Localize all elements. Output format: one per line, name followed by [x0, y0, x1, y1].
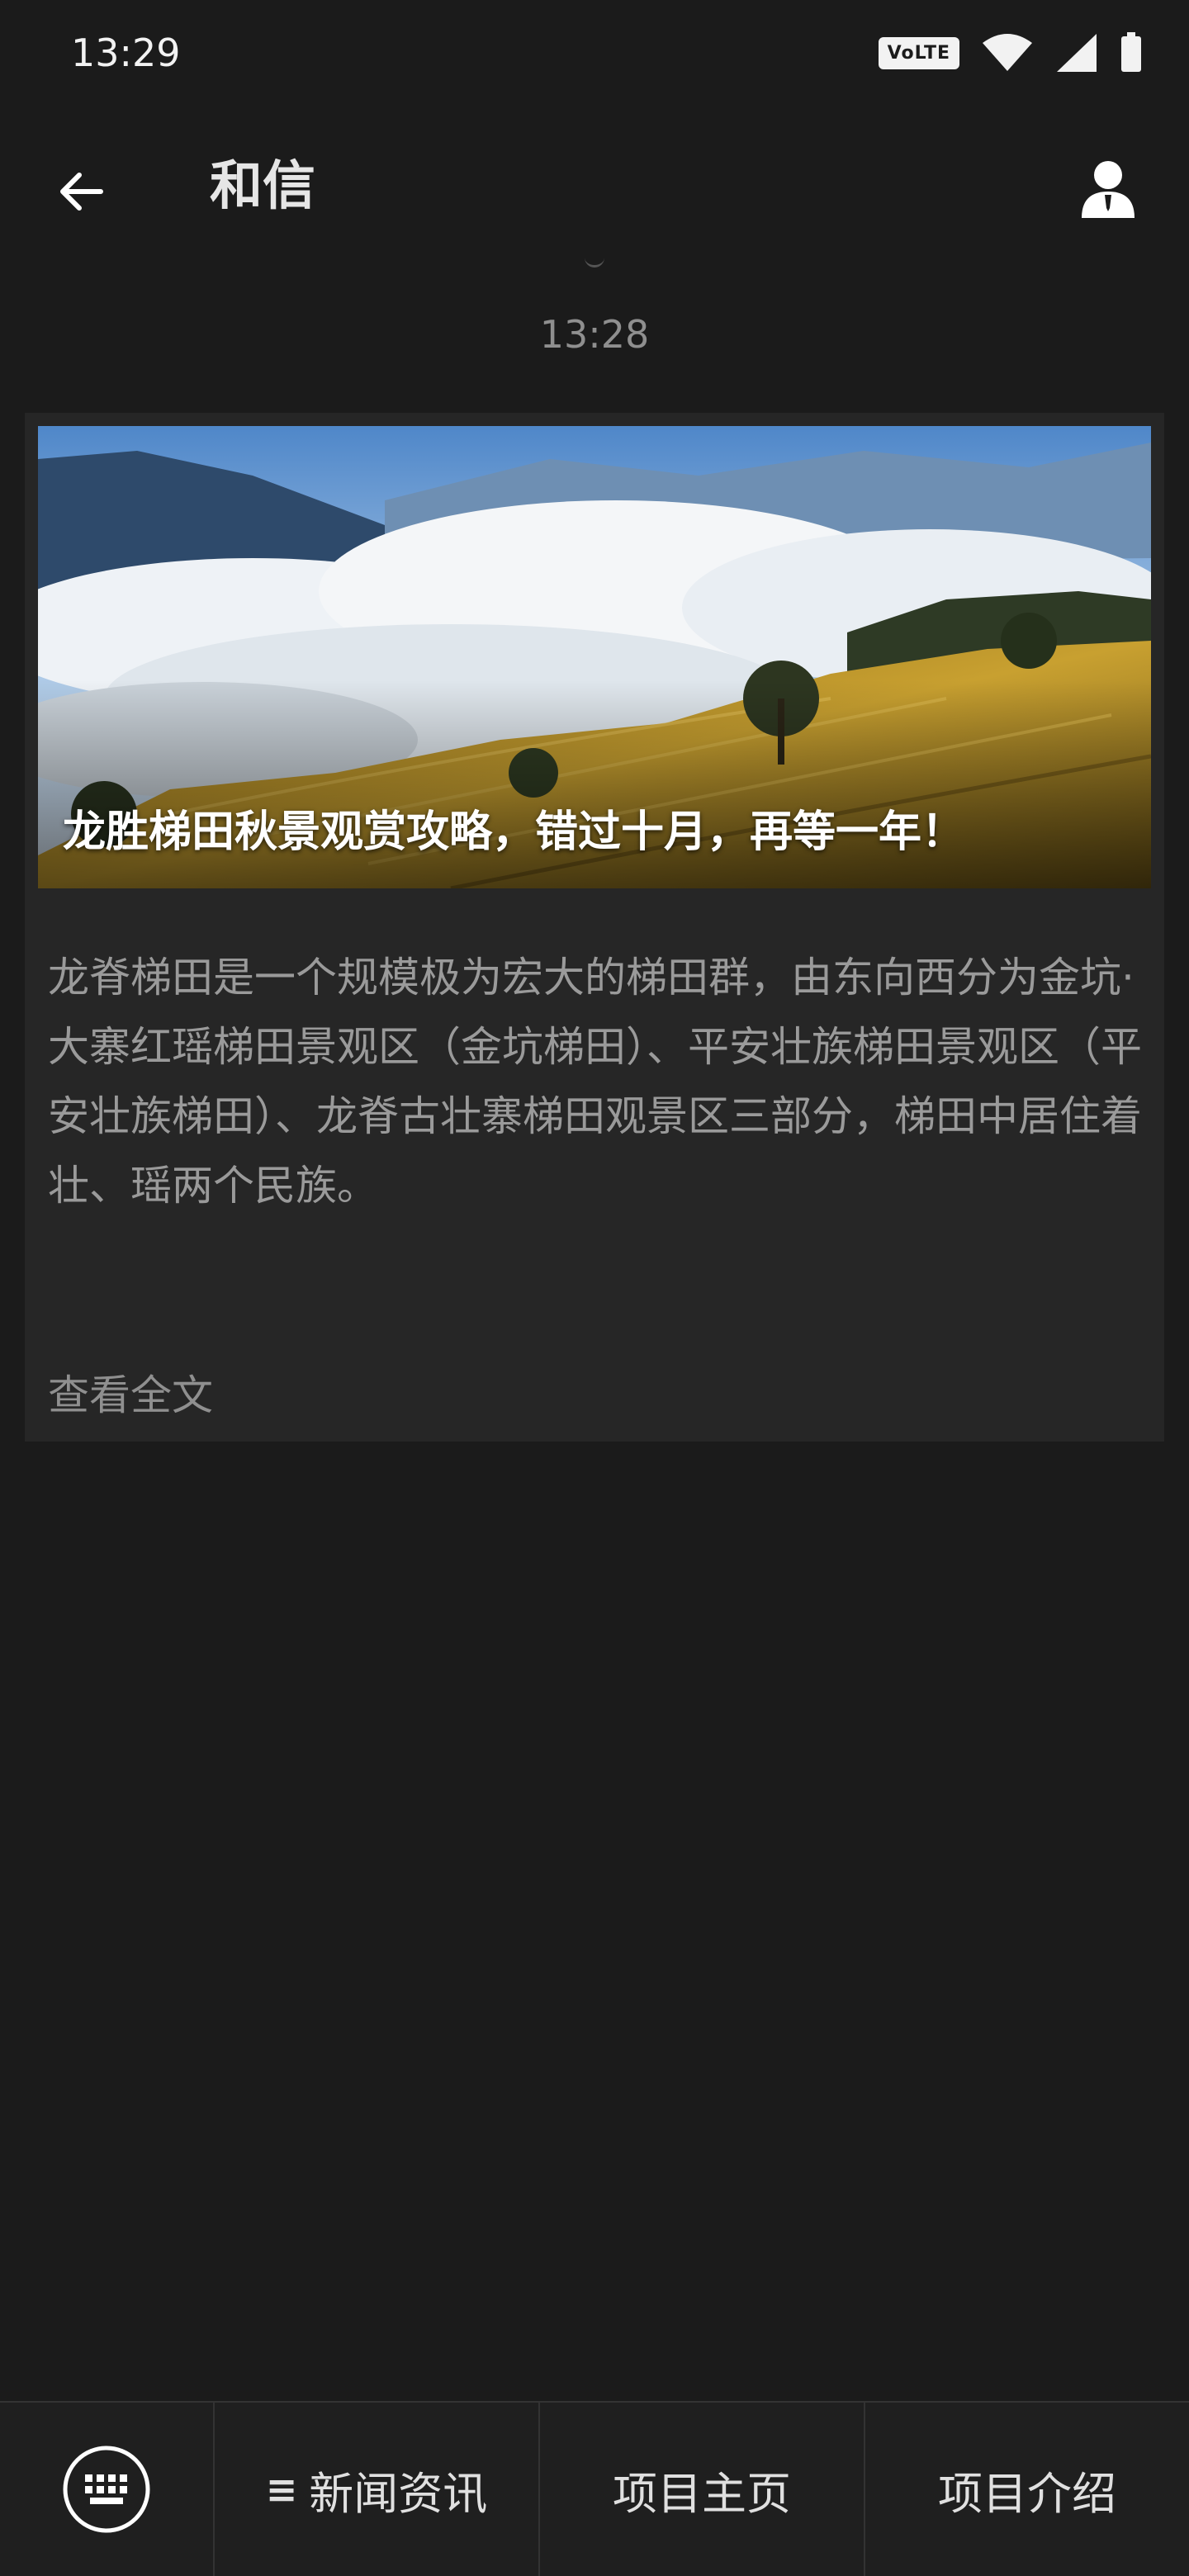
read-full-article-link[interactable]: 查看全文: [48, 1362, 213, 1422]
menu-news-label: 新闻资讯: [309, 2467, 488, 2520]
battery-icon: [1121, 32, 1141, 72]
news-card[interactable]: 龙胜梯田秋景观赏攻略，错过十月，再等一年！ 龙脊梯田是一个规模极为宏大的梯田群，…: [25, 413, 1164, 1442]
menu-news[interactable]: ≡ 新闻资讯: [215, 2403, 540, 2576]
back-button[interactable]: [46, 157, 116, 226]
bottom-menu-bar: ≡ 新闻资讯 项目主页 项目介绍: [0, 2401, 1189, 2576]
news-card-summary: 龙脊梯田是一个规模极为宏大的梯田群，由东向西分为金坑·大寨红瑶梯田景观区（金坑梯…: [48, 954, 1142, 1210]
app-bar: 和信: [0, 132, 1189, 241]
menu-project-intro-label: 项目介绍: [938, 2467, 1116, 2520]
status-icons: VoLTE: [878, 32, 1143, 73]
wifi-icon: [983, 34, 1032, 71]
menu-project-home-label: 项目主页: [613, 2467, 791, 2520]
news-card-title: 龙胜梯田秋景观赏攻略，错过十月，再等一年！: [63, 807, 965, 857]
message-timestamp: 13:28: [539, 312, 650, 357]
scroll-indicator: [585, 258, 604, 268]
user-icon: [1082, 161, 1135, 218]
keyboard-icon: [63, 2446, 150, 2533]
status-time: 13:29: [71, 31, 181, 75]
keyboard-toggle-button[interactable]: [0, 2403, 215, 2576]
volte-icon: VoLTE: [878, 36, 959, 69]
page-title: 和信: [210, 156, 315, 217]
menu-project-home[interactable]: 项目主页: [540, 2403, 865, 2576]
status-bar: 13:29 VoLTE: [0, 0, 1189, 106]
profile-button[interactable]: [1073, 154, 1143, 223]
menu-project-intro[interactable]: 项目介绍: [865, 2403, 1189, 2576]
cell-signal-icon: [1057, 34, 1097, 72]
menu-list-icon: ≡: [265, 2467, 298, 2512]
news-card-image[interactable]: 龙胜梯田秋景观赏攻略，错过十月，再等一年！: [38, 426, 1151, 888]
arrow-left-icon: [60, 173, 103, 211]
